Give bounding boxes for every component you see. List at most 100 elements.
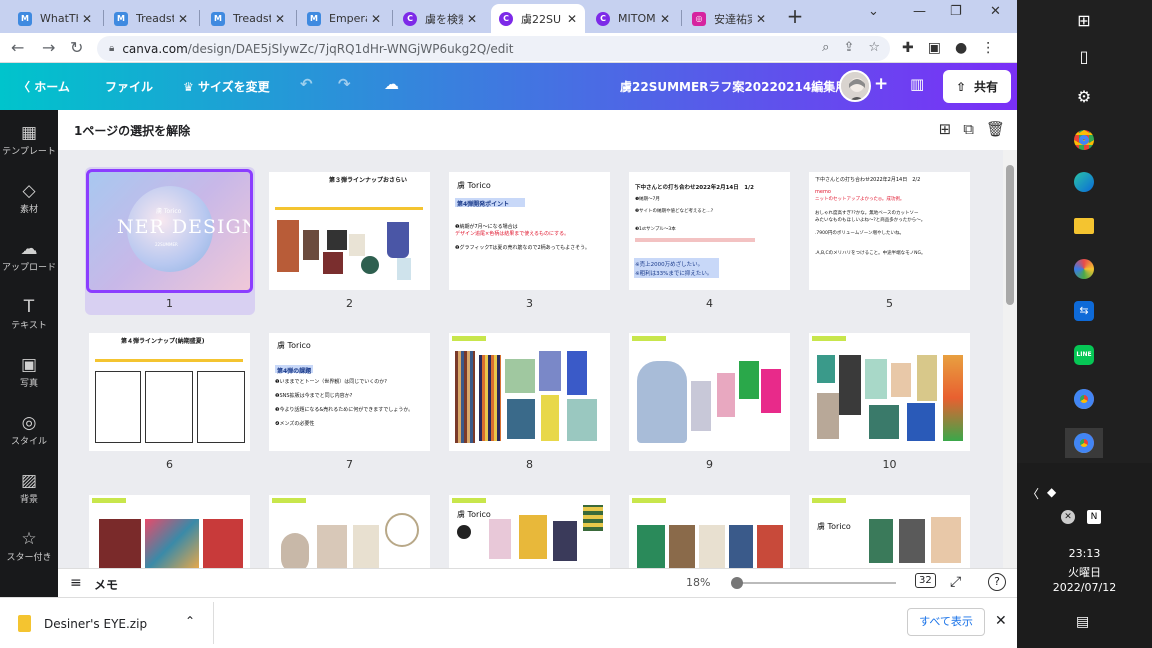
- cloud-save-icon[interactable]: ☁: [384, 75, 399, 93]
- file-explorer-icon[interactable]: [1072, 214, 1096, 238]
- sidebar-item[interactable]: ☆ スター付き: [0, 528, 58, 563]
- dropbox-icon[interactable]: ◆: [1047, 485, 1056, 499]
- page-thumb-11[interactable]: [89, 495, 250, 568]
- browser-tab[interactable]: C 虜を検索 ✕: [395, 4, 485, 33]
- browser-tab[interactable]: C MITOMI ✕: [588, 4, 678, 33]
- redo-icon[interactable]: ↷: [338, 75, 351, 93]
- windows-start-icon[interactable]: ⊞: [1072, 8, 1096, 32]
- notification-icon[interactable]: ▤: [1076, 614, 1089, 630]
- grid-scrollbar[interactable]: [1003, 150, 1017, 568]
- sidebar-item[interactable]: ▦ テンプレート: [0, 122, 58, 157]
- browser-tab[interactable]: M Treadsto ✕: [106, 4, 196, 33]
- resize-button[interactable]: ♛ サイズを変更: [183, 78, 270, 95]
- page-thumb-9[interactable]: [629, 333, 790, 451]
- duplicate-page-icon[interactable]: ⧉: [963, 120, 974, 138]
- extensions-icon[interactable]: ✚: [902, 40, 914, 56]
- insights-icon[interactable]: ▥: [910, 75, 924, 93]
- add-page-icon[interactable]: ⊞: [939, 120, 952, 138]
- chrome-profile-icon[interactable]: [1072, 387, 1096, 411]
- share-page-icon[interactable]: ⇪: [843, 40, 854, 55]
- close-download-bar-icon[interactable]: ✕: [995, 613, 1007, 629]
- page-thumb-4[interactable]: 下中さんとの打ち合わせ2022年2月14日 1/2 ❶納期〜7月 ❷サイトの納期…: [629, 172, 790, 290]
- sidebar-item[interactable]: ☁ アップロード: [0, 238, 58, 273]
- fullscreen-icon[interactable]: ⤢: [950, 574, 961, 590]
- home-button[interactable]: 〈 ホーム: [18, 78, 70, 95]
- sidepanel-icon[interactable]: ▣: [928, 40, 941, 56]
- download-file-name[interactable]: Desiner's EYE.zip: [44, 617, 147, 631]
- page-thumb-12[interactable]: [269, 495, 430, 568]
- close-circle-icon[interactable]: ✕: [1061, 510, 1075, 524]
- close-window-icon[interactable]: ✕: [990, 4, 1001, 19]
- edge-icon[interactable]: [1072, 170, 1096, 194]
- zoom-slider[interactable]: [731, 577, 896, 589]
- browser-tab[interactable]: M Empera ✕: [299, 4, 389, 33]
- page-thumb-13[interactable]: 虜 Torico: [449, 495, 610, 568]
- zoom-icon[interactable]: ⌕: [822, 40, 829, 55]
- profile-icon[interactable]: ●: [955, 40, 967, 56]
- url-input[interactable]: 🔒︎ canva.com/design/DAE5jSlywZc/7jqRQ1dH…: [97, 36, 890, 61]
- menu-kebab-icon[interactable]: ⋮: [981, 40, 995, 56]
- notes-icon[interactable]: ≡: [70, 575, 82, 591]
- reload-icon[interactable]: ↻: [70, 38, 83, 57]
- page-thumb-2[interactable]: 第３弾ラインナップおさらい: [269, 172, 430, 290]
- tab-close-icon[interactable]: ✕: [82, 12, 92, 26]
- share-button[interactable]: ⇧ 共有: [943, 70, 1011, 103]
- line-icon[interactable]: LINE: [1072, 343, 1096, 367]
- page-thumb-14[interactable]: [629, 495, 790, 568]
- zoom-slider-knob[interactable]: [731, 577, 743, 589]
- page-thumb-15[interactable]: 虜 Torico: [809, 495, 970, 568]
- memo-button[interactable]: メモ: [94, 576, 118, 593]
- sidebar-item[interactable]: ◎ スタイル: [0, 412, 58, 447]
- forward-icon[interactable]: →: [42, 38, 55, 57]
- settings-gear-icon[interactable]: ⚙: [1072, 84, 1096, 108]
- avatar[interactable]: [839, 70, 871, 102]
- sidebar-item[interactable]: ▣ 写真: [0, 354, 58, 389]
- tab-search-icon[interactable]: ⌄: [868, 4, 879, 19]
- file-menu[interactable]: ファイル: [105, 78, 153, 95]
- teamviewer-icon[interactable]: ⇆: [1072, 299, 1096, 323]
- sidebar-item[interactable]: ◇ 素材: [0, 180, 58, 215]
- clock-time[interactable]: 23:13: [1017, 547, 1152, 560]
- task-view-icon[interactable]: ▯: [1072, 44, 1096, 68]
- browser-tab[interactable]: M WhatTh ✕: [10, 4, 100, 33]
- chrome-icon[interactable]: [1072, 128, 1096, 152]
- browser-tab[interactable]: C 虜22SU ✕: [491, 4, 585, 33]
- page-thumb-6[interactable]: 第４弾ラインナップ(納期盛夏): [89, 333, 250, 451]
- bookmark-star-icon[interactable]: ☆: [868, 40, 880, 55]
- scroll-thumb[interactable]: [1006, 165, 1014, 305]
- trash-icon[interactable]: 🗑︎: [986, 120, 1005, 138]
- paint-icon[interactable]: [1072, 257, 1096, 281]
- chevron-left-icon[interactable]: 〈: [1027, 485, 1039, 502]
- document-title[interactable]: 虜22SUMMERラフ案20220214編集用: [620, 78, 847, 95]
- tab-close-icon[interactable]: ✕: [178, 12, 188, 26]
- page-count-badge[interactable]: 32: [915, 573, 936, 588]
- sidebar-item[interactable]: T テキスト: [0, 296, 58, 331]
- add-collaborator-icon[interactable]: +: [874, 74, 888, 94]
- tab-close-icon[interactable]: ✕: [371, 12, 381, 26]
- show-all-button[interactable]: すべて表示: [907, 608, 985, 636]
- page-thumb-3[interactable]: 虜 Torico 第4弾開発ポイント ❶納期が7月〜になる場合は デザイン追尾×…: [449, 172, 610, 290]
- undo-icon[interactable]: ↶: [300, 75, 313, 93]
- browser-tab[interactable]: M Treadsto ✕: [203, 4, 293, 33]
- sidebar-item[interactable]: ▨ 背景: [0, 470, 58, 505]
- help-icon[interactable]: ?: [988, 573, 1006, 591]
- deselect-pages[interactable]: 1ページの選択を解除: [74, 122, 190, 139]
- tab-close-icon[interactable]: ✕: [660, 12, 670, 26]
- minimize-icon[interactable]: —: [913, 4, 926, 19]
- notion-icon[interactable]: N: [1087, 510, 1101, 524]
- browser-tab[interactable]: ◎ 安達祐実 ✕: [684, 4, 774, 33]
- new-tab-button[interactable]: +: [784, 5, 806, 27]
- zoom-level[interactable]: 18%: [686, 576, 710, 589]
- page-thumb-7[interactable]: 虜 Torico 第4弾の課題 ❶いままでとトーン（世界観）は同じでいくのか? …: [269, 333, 430, 451]
- back-icon[interactable]: ←: [11, 38, 24, 57]
- chevron-up-icon[interactable]: ⌃: [185, 614, 195, 628]
- tab-close-icon[interactable]: ✕: [467, 12, 477, 26]
- tab-close-icon[interactable]: ✕: [275, 12, 285, 26]
- tab-close-icon[interactable]: ✕: [756, 12, 766, 26]
- page-thumb-5[interactable]: 下中さんとの打ち合わせ2022年2月14日 2/2 memo ニットのセットアッ…: [809, 172, 970, 290]
- page-thumb-8[interactable]: [449, 333, 610, 451]
- page-thumb-1[interactable]: 虜 Torico NER DESIGN 22SUMMER: [86, 169, 253, 293]
- page-thumb-10[interactable]: [809, 333, 970, 451]
- restore-icon[interactable]: ❐: [950, 4, 962, 19]
- tab-close-icon[interactable]: ✕: [567, 12, 577, 26]
